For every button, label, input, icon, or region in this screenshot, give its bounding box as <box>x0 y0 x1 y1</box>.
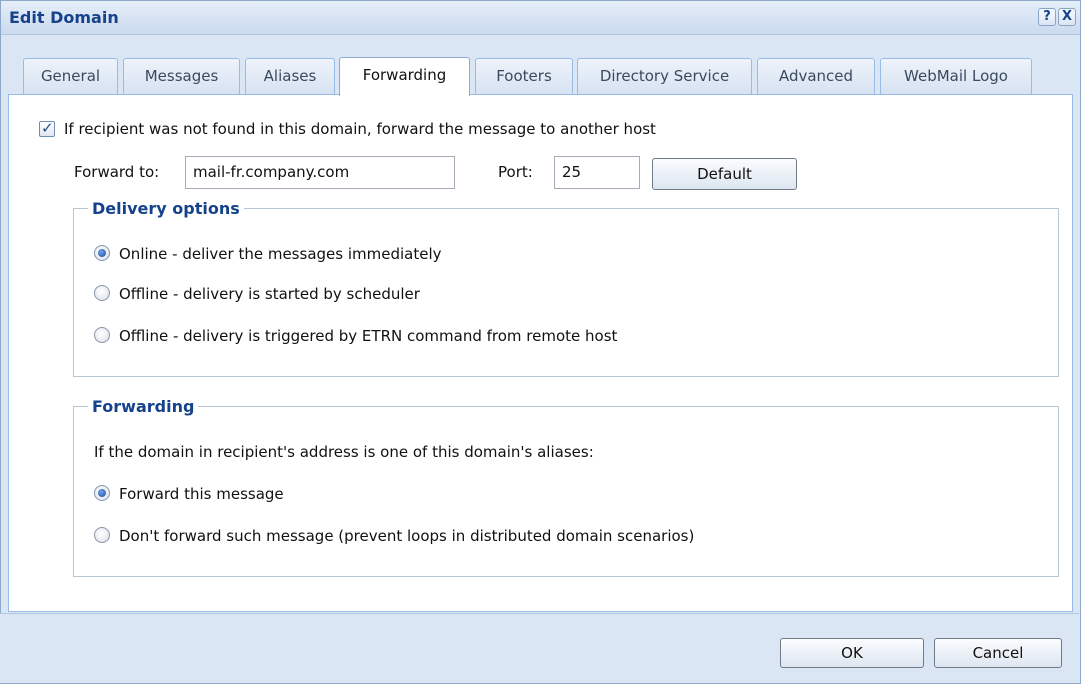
tab-footers[interactable]: Footers <box>475 58 573 95</box>
forward-message-radio[interactable] <box>94 485 110 501</box>
tab-content-forwarding: If recipient was not found in this domai… <box>8 94 1073 612</box>
tab-messages[interactable]: Messages <box>123 58 240 95</box>
close-icon[interactable]: X <box>1058 8 1076 26</box>
forward-to-input[interactable]: mail-fr.company.com <box>185 156 455 189</box>
tab-strip: General Messages Aliases Forwarding Foot… <box>1 34 1080 96</box>
delivery-offline-scheduler-radio[interactable] <box>94 285 110 301</box>
help-icon[interactable]: ? <box>1038 8 1056 26</box>
dialog-title: Edit Domain <box>9 8 119 27</box>
dont-forward-label: Don't forward such message (prevent loop… <box>119 527 695 545</box>
port-label: Port: <box>498 163 533 181</box>
tab-general[interactable]: General <box>23 58 118 95</box>
delivery-online-radio[interactable] <box>94 245 110 261</box>
delivery-offline-etrn-radio[interactable] <box>94 327 110 343</box>
tab-advanced[interactable]: Advanced <box>757 58 875 95</box>
delivery-online-label: Online - deliver the messages immediatel… <box>119 245 442 263</box>
forward-message-label: Forward this message <box>119 485 284 503</box>
ok-button[interactable]: OK <box>780 638 924 668</box>
delivery-options-legend: Delivery options <box>92 199 240 218</box>
forward-enable-checkbox[interactable] <box>39 119 55 137</box>
cancel-button[interactable]: Cancel <box>934 638 1062 668</box>
forwarding-legend: Forwarding <box>92 397 195 416</box>
tab-aliases[interactable]: Aliases <box>245 58 335 95</box>
forwarding-description: If the domain in recipient's address is … <box>94 443 594 461</box>
delivery-offline-scheduler-label: Offline - delivery is started by schedul… <box>119 285 420 303</box>
dialog-footer: OK Cancel <box>0 613 1079 683</box>
tab-directory-service[interactable]: Directory Service <box>577 58 752 95</box>
tab-forwarding[interactable]: Forwarding <box>339 57 470 96</box>
delivery-offline-etrn-label: Offline - delivery is triggered by ETRN … <box>119 327 618 345</box>
default-button[interactable]: Default <box>652 158 797 190</box>
tab-webmail-logo[interactable]: WebMail Logo <box>880 58 1032 95</box>
title-bar[interactable]: Edit Domain ? X <box>1 1 1080 35</box>
port-input[interactable]: 25 <box>554 156 640 189</box>
forward-to-label: Forward to: <box>74 163 160 181</box>
forward-enable-label: If recipient was not found in this domai… <box>64 120 656 138</box>
dont-forward-radio[interactable] <box>94 527 110 543</box>
